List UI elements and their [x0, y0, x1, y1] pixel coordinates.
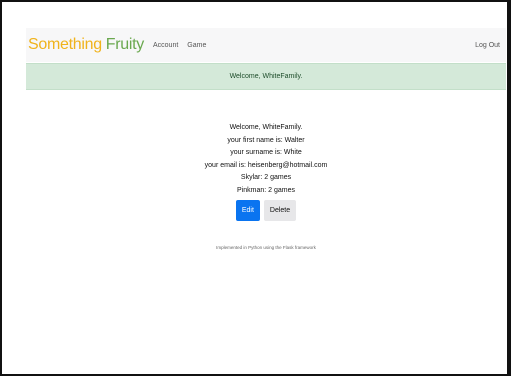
player-item: Skylar: 2 games: [240, 174, 292, 182]
browser-frame: Something Fruity Account Game Log Out We…: [0, 0, 511, 376]
nav-link-game[interactable]: Game: [187, 42, 206, 49]
brand-word-something: Something: [28, 36, 102, 53]
email-text: your email is: heisenberg@hotmail.com: [204, 161, 328, 169]
navbar: Something Fruity Account Game Log Out: [26, 28, 506, 62]
brand-logo[interactable]: Something Fruity: [28, 36, 144, 54]
surname-text: your surname is: White: [230, 149, 302, 157]
footer-text: Implemented in Python using the Flask fr…: [216, 245, 316, 250]
player-item: Pinkman: 2 games: [237, 186, 295, 194]
first-name-text: your first name is: Walter: [227, 136, 305, 144]
brand-word-fruity: Fruity: [105, 36, 145, 53]
flash-message: Welcome, WhiteFamily.: [26, 63, 506, 90]
profile-panel: Welcome, WhiteFamily. your first name is…: [26, 122, 506, 221]
action-buttons: Edit Delete: [235, 199, 297, 221]
logout-link[interactable]: Log Out: [475, 42, 500, 49]
edit-button[interactable]: Edit: [235, 199, 260, 221]
nav-link-account[interactable]: Account: [153, 42, 178, 49]
delete-button[interactable]: Delete: [263, 199, 297, 221]
welcome-text: Welcome, WhiteFamily.: [229, 124, 303, 131]
